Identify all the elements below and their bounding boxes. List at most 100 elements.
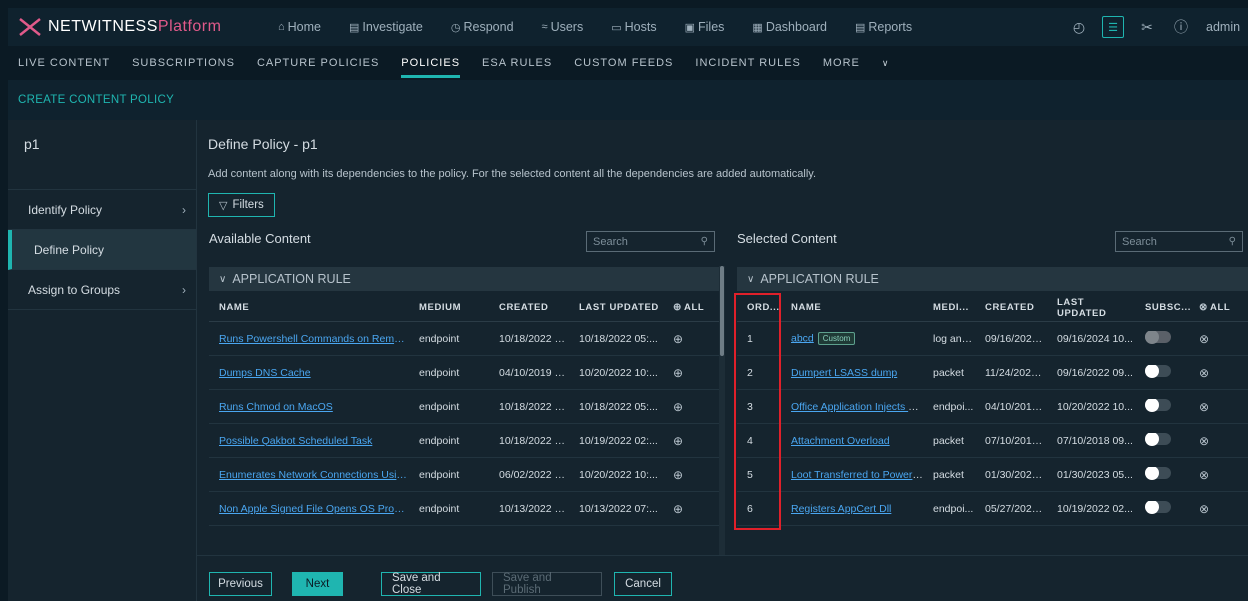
subscribe-toggle[interactable] <box>1145 365 1171 378</box>
selected-search-input[interactable]: Search ⚲ <box>1115 231 1243 252</box>
save-and-publish-button[interactable]: Save and Publish <box>492 572 602 596</box>
subscribe-toggle[interactable] <box>1145 433 1171 446</box>
subnav-esa-rules[interactable]: ESA RULES <box>482 57 552 69</box>
remove-icon[interactable]: ⊗ <box>1199 332 1209 346</box>
cell-medium: packet <box>933 366 964 379</box>
subscribe-toggle[interactable] <box>1145 331 1171 344</box>
subscribe-toggle[interactable] <box>1145 501 1171 514</box>
help-icon[interactable]: ⓘ <box>1170 16 1192 38</box>
sidebar-step-identify-policy[interactable]: Identify Policy › <box>8 190 196 230</box>
nav-home[interactable]: ⌂ Home <box>278 20 321 34</box>
save-and-close-button[interactable]: Save and Close <box>381 572 481 596</box>
table-row: 6 Registers AppCert Dll endpoi... 05/27/202… <box>737 492 1248 526</box>
available-group-header[interactable]: ∨ APPLICATION RULE <box>209 267 719 291</box>
column-header-all[interactable]: ⊗ ALL <box>1189 302 1248 313</box>
cell-medium: log and... <box>933 332 975 345</box>
column-header-medium[interactable]: MEDIUM <box>409 302 489 313</box>
column-header-name[interactable]: NAME <box>781 302 923 313</box>
content-name-link[interactable]: abcd <box>791 332 814 344</box>
cancel-button[interactable]: Cancel <box>614 572 672 596</box>
content-name-link[interactable]: Dumpert LSASS dump <box>791 367 897 379</box>
subscribe-toggle[interactable] <box>1145 399 1171 412</box>
remove-icon[interactable]: ⊗ <box>1199 400 1209 414</box>
nav-users[interactable]: ≈ Users <box>542 20 584 34</box>
subnav-capture-policies[interactable]: CAPTURE POLICIES <box>257 57 379 69</box>
investigate-icon: ▤ <box>349 21 360 34</box>
remove-all-icon[interactable]: ⊗ <box>1199 302 1208 313</box>
content-name-link[interactable]: Runs Chmod on MacOS <box>209 401 409 413</box>
column-header-last-updated[interactable]: LAST UPDATED <box>1047 297 1135 319</box>
add-icon[interactable]: ⊕ <box>673 434 683 448</box>
add-icon[interactable]: ⊕ <box>673 502 683 516</box>
add-icon[interactable]: ⊕ <box>673 366 683 380</box>
cell-updated: 01/30/2023 05... <box>1057 468 1133 481</box>
cell-medium: packet <box>933 468 964 481</box>
nav-investigate[interactable]: ▤ Investigate <box>349 20 423 34</box>
add-icon[interactable]: ⊕ <box>673 400 683 414</box>
subnav-more[interactable]: MORE <box>823 57 860 69</box>
subnav-incident-rules[interactable]: INCIDENT RULES <box>695 57 800 69</box>
cell-medium: endpoint <box>419 366 460 379</box>
top-right-controls: ◴ ☰ ✂ ⓘ admin <box>1056 8 1248 46</box>
column-header-medi-[interactable]: MEDI... <box>923 302 975 313</box>
timer-icon[interactable]: ◴ <box>1068 16 1090 38</box>
nav-hosts[interactable]: ▭ Hosts <box>611 20 656 34</box>
cell-medium: endpoint <box>419 502 460 515</box>
column-header-created[interactable]: CREATED <box>975 302 1047 313</box>
chevron-down-icon: ∨ <box>747 273 755 285</box>
content-name-link[interactable]: Registers AppCert Dll <box>791 503 891 515</box>
remove-icon[interactable]: ⊗ <box>1199 468 1209 482</box>
filters-button[interactable]: ▽ Filters <box>208 193 275 217</box>
content-name-link[interactable]: Non Apple Signed File Opens OS Process <box>209 503 409 515</box>
available-search-input[interactable]: Search ⚲ <box>586 231 715 252</box>
subnav-custom-feeds[interactable]: CUSTOM FEEDS <box>574 57 673 69</box>
previous-button[interactable]: Previous <box>209 572 272 596</box>
subnav-subscriptions[interactable]: SUBSCRIPTIONS <box>132 57 235 69</box>
nav-dashboard[interactable]: ▦ Dashboard <box>752 20 827 34</box>
table-row: Non Apple Signed File Opens OS Process en… <box>209 492 719 526</box>
user-menu[interactable]: admin <box>1206 20 1248 34</box>
add-icon[interactable]: ⊕ <box>673 332 683 346</box>
content-name-link[interactable]: Office Application Injects Re... <box>791 401 923 413</box>
content-name-link[interactable]: Attachment Overload <box>791 435 890 447</box>
remove-icon[interactable]: ⊗ <box>1199 502 1209 516</box>
tools-icon[interactable]: ✂ <box>1136 16 1158 38</box>
remove-cell: ⊗ <box>1189 366 1248 380</box>
remove-cell: ⊗ <box>1189 332 1248 346</box>
selected-group-header[interactable]: ∨ APPLICATION RULE <box>737 267 1248 291</box>
content-name-link[interactable]: Enumerates Network Connections Usin... <box>209 469 409 481</box>
nav-files[interactable]: ▣ Files <box>685 20 725 34</box>
add-all-icon[interactable]: ⊕ <box>673 302 682 313</box>
cell-updated: 10/19/2022 02:... <box>579 434 658 447</box>
remove-icon[interactable]: ⊗ <box>1199 434 1209 448</box>
column-header-name[interactable]: NAME <box>209 302 409 313</box>
remove-icon[interactable]: ⊗ <box>1199 366 1209 380</box>
content-name-link[interactable]: Loot Transferred to PowerH... <box>791 469 923 481</box>
content-name-link[interactable]: Runs Powershell Commands on Remote ... <box>209 333 409 345</box>
sidebar-step-assign-to-groups[interactable]: Assign to Groups › <box>8 270 196 310</box>
nav-label: Respond <box>463 20 514 34</box>
next-button[interactable]: Next <box>292 572 343 596</box>
subnav-live-content[interactable]: LIVE CONTENT <box>18 57 110 69</box>
scrollbar-thumb[interactable] <box>720 266 724 356</box>
selected-table-header: ORD... NAME MEDI... CREATED LAST UPDATED SUBS… <box>737 294 1248 322</box>
nav-reports[interactable]: ▤ Reports <box>855 20 912 34</box>
nav-respond[interactable]: ◷ Respond <box>451 20 514 34</box>
add-cell: ⊕ <box>663 468 719 482</box>
add-all-label[interactable]: ALL <box>684 302 704 313</box>
add-icon[interactable]: ⊕ <box>673 468 683 482</box>
column-header-created[interactable]: CREATED <box>489 302 569 313</box>
netwitness-logo[interactable]: NETWITNESSPlatform <box>8 17 278 37</box>
admin-panel-icon[interactable]: ☰ <box>1102 16 1124 38</box>
remove-all-label[interactable]: ALL <box>1210 302 1230 313</box>
subnav-policies[interactable]: POLICIES <box>401 57 460 78</box>
create-content-policy-link[interactable]: CREATE CONTENT POLICY <box>18 94 174 106</box>
search-icon: ⚲ <box>1228 236 1236 247</box>
content-name-link[interactable]: Dumps DNS Cache <box>209 367 409 379</box>
content-name-link[interactable]: Possible Qakbot Scheduled Task <box>209 435 409 447</box>
column-header-subsc-[interactable]: SUBSC... <box>1135 302 1190 313</box>
column-header-last-updated[interactable]: LAST UPDATED <box>569 302 663 313</box>
cell-created: 10/18/2022 0... <box>499 434 569 447</box>
subscribe-toggle[interactable] <box>1145 467 1171 480</box>
sidebar-step-define-policy[interactable]: Define Policy <box>8 230 196 270</box>
